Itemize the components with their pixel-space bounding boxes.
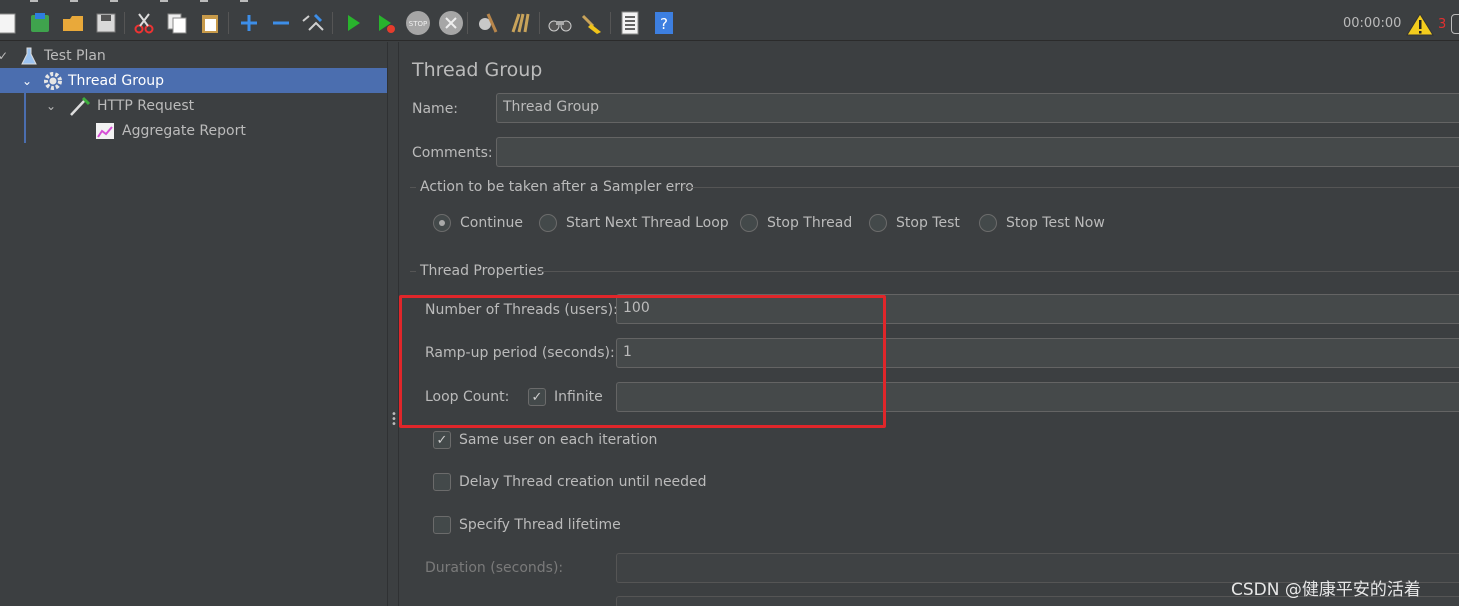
radio-stop-thread[interactable]: Stop Thread [740, 214, 852, 232]
clear-all-icon[interactable] [507, 10, 533, 36]
split-pane-divider[interactable]: • • • [387, 42, 399, 606]
svg-text:?: ? [660, 15, 668, 33]
tree-item-http-request[interactable]: ⌄ HTTP Request [0, 93, 387, 118]
open-icon[interactable] [60, 10, 86, 36]
group-border [682, 187, 1459, 188]
active-threads-indicator [1451, 14, 1459, 34]
checkbox-icon[interactable] [433, 473, 451, 491]
delay-thread-checkbox[interactable]: Delay Thread creation until needed [433, 473, 707, 491]
help-icon[interactable]: ? [651, 10, 677, 36]
toolbar-separator [332, 12, 333, 34]
test-plan-icon [20, 46, 44, 66]
templates-icon[interactable] [27, 10, 53, 36]
same-user-checkbox[interactable]: ✓ Same user on each iteration [433, 431, 657, 449]
tree-item-aggregate-report[interactable]: Aggregate Report [0, 118, 387, 143]
report-icon [95, 122, 122, 140]
radio-icon[interactable] [869, 214, 887, 232]
stop-icon[interactable]: STOP [404, 10, 430, 36]
toggle-icon[interactable] [300, 10, 326, 36]
radio-icon[interactable] [740, 214, 758, 232]
comments-label: Comments: [412, 145, 493, 161]
radio-label: Stop Test Now [1006, 215, 1105, 231]
name-label: Name: [412, 101, 459, 117]
watermark: CSDN @健康平安的活着 [1231, 580, 1421, 600]
toolbar-separator [467, 12, 468, 34]
chevron-down-icon[interactable]: ⌄ [46, 99, 60, 113]
start-no-pause-icon[interactable] [373, 10, 399, 36]
svg-text:STOP: STOP [409, 20, 427, 28]
radio-selected-icon[interactable] [433, 214, 451, 232]
toolbar-separator [124, 12, 125, 34]
save-icon[interactable] [93, 10, 119, 36]
function-helper-icon[interactable] [617, 10, 643, 36]
radio-icon[interactable] [979, 214, 997, 232]
checkbox-label: Specify Thread lifetime [459, 517, 621, 533]
checkbox-icon[interactable] [433, 516, 451, 534]
checkmark-icon[interactable]: ✓ [433, 431, 451, 449]
name-field[interactable]: Thread Group [496, 93, 1459, 123]
drag-handle-icon[interactable]: • • • [391, 410, 397, 430]
duration-label: Duration (seconds): [425, 560, 564, 576]
tree-item-label: Thread Group [68, 72, 165, 89]
radio-icon[interactable] [539, 214, 557, 232]
annotation-highlight-box [399, 295, 886, 428]
paste-icon[interactable] [197, 10, 223, 36]
radio-stop-test-now[interactable]: Stop Test Now [979, 214, 1105, 232]
shutdown-icon[interactable] [437, 10, 463, 36]
warning-count: 3 [1438, 17, 1447, 32]
radio-continue[interactable]: Continue [433, 214, 523, 232]
cut-icon[interactable] [131, 10, 157, 36]
tree-item-label: Aggregate Report [122, 122, 246, 139]
start-icon[interactable] [340, 10, 366, 36]
collapse-icon[interactable] [268, 10, 294, 36]
tree-item-label: HTTP Request [97, 97, 195, 114]
toolbar-separator [539, 12, 540, 34]
elapsed-timer: 00:00:00 [1343, 16, 1402, 31]
tree-item-test-plan[interactable]: ✓ Test Plan [0, 43, 387, 68]
panel-title: Thread Group [412, 59, 543, 81]
chevron-down-icon[interactable]: ✓ [0, 49, 12, 63]
pipette-icon [68, 95, 97, 117]
checkbox-label: Same user on each iteration [459, 432, 658, 448]
radio-label: Stop Thread [767, 215, 853, 231]
clear-icon[interactable] [474, 10, 500, 36]
radio-stop-test[interactable]: Stop Test [869, 214, 960, 232]
tree-item-label: Test Plan [44, 47, 106, 64]
group-border [540, 271, 1459, 272]
radio-label: Stop Test [896, 215, 960, 231]
toolbar-separator [610, 12, 611, 34]
radio-label: Start Next Thread Loop [566, 215, 729, 231]
checkbox-label: Delay Thread creation until needed [459, 474, 707, 490]
group-border [410, 271, 416, 272]
action-group-title: Action to be taken after a Sampler erro [420, 179, 694, 195]
thread-properties-title: Thread Properties [420, 263, 545, 279]
new-icon[interactable] [0, 10, 20, 36]
toolbar-separator [228, 12, 229, 34]
thread-lifetime-checkbox[interactable]: Specify Thread lifetime [433, 516, 621, 534]
reset-search-icon[interactable] [579, 10, 605, 36]
menu-remnant [30, 0, 248, 2]
copy-icon[interactable] [164, 10, 190, 36]
expand-icon[interactable] [236, 10, 262, 36]
tree-item-thread-group[interactable]: ⌄ Thread Group [0, 68, 387, 93]
comments-field[interactable] [496, 137, 1459, 167]
toolbar: STOP ? 00:00:00 3 [0, 0, 1459, 41]
test-plan-tree: ✓ Test Plan ⌄ Thread Group ⌄ HTTP Reques… [0, 42, 387, 606]
gear-icon [42, 70, 68, 92]
chevron-down-icon[interactable]: ⌄ [22, 74, 36, 88]
search-icon[interactable] [546, 10, 572, 36]
radio-start-next-thread-loop[interactable]: Start Next Thread Loop [539, 214, 729, 232]
group-border [410, 187, 416, 188]
warning-icon[interactable] [1406, 12, 1434, 40]
radio-label: Continue [460, 215, 523, 231]
